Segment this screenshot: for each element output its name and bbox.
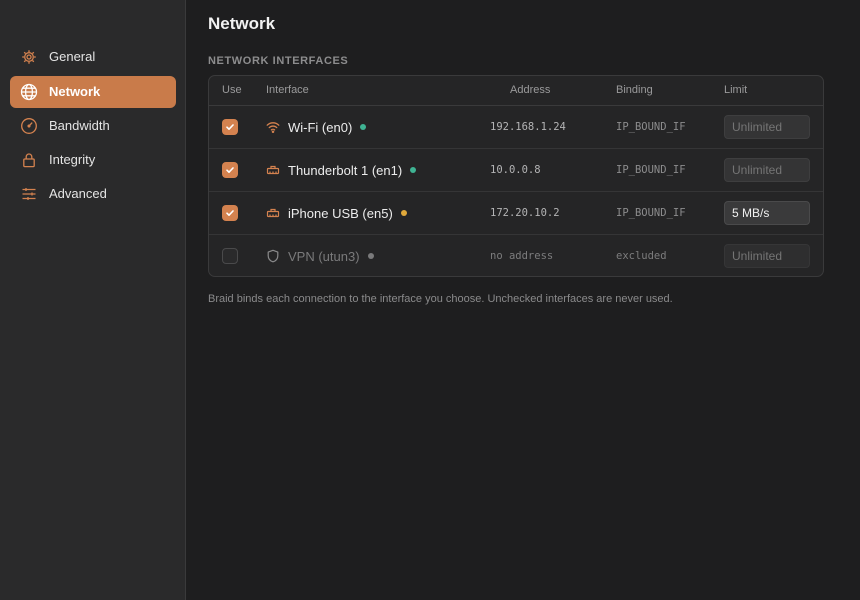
- sidebar: General Network Bandwidth Integrity Adva…: [0, 0, 186, 600]
- limit-input[interactable]: [724, 115, 810, 139]
- sidebar-item-bandwidth[interactable]: Bandwidth: [10, 110, 176, 142]
- interface-name-text: iPhone USB (en5): [288, 206, 393, 221]
- interface-name-text: Wi-Fi (en0): [288, 120, 353, 135]
- table-row: iPhone USB (en5) 172.20.10.2 IP_BOUND_IF: [209, 192, 823, 235]
- ethernet-icon: [266, 163, 280, 177]
- interface-name: Wi-Fi (en0): [288, 120, 367, 135]
- table-row: VPN (utun3) no address excluded: [209, 235, 823, 276]
- main-panel: Network NETWORK INTERFACES Use Interface…: [186, 0, 860, 600]
- table-row: Wi-Fi (en0) 192.168.1.24 IP_BOUND_IF: [209, 106, 823, 149]
- interface-binding: IP_BOUND_IF: [616, 207, 686, 219]
- limit-input[interactable]: [724, 158, 810, 182]
- column-header-use: Use: [222, 84, 242, 96]
- interface-name-text: Thunderbolt 1 (en1): [288, 163, 403, 178]
- sidebar-item-label: Network: [49, 84, 101, 99]
- sidebar-item-label: Bandwidth: [49, 118, 110, 133]
- interface-name-text: VPN (utun3): [288, 249, 360, 264]
- sidebar-item-general[interactable]: General: [10, 41, 176, 73]
- table-header: Use Interface Address Binding Limit: [209, 76, 823, 106]
- limit-input[interactable]: [724, 201, 810, 225]
- footnote: Braid binds each connection to the inter…: [208, 293, 673, 305]
- use-checkbox[interactable]: [222, 162, 238, 178]
- use-checkbox[interactable]: [222, 248, 238, 264]
- interface-address: 10.0.0.8: [490, 164, 541, 176]
- interface-address: no address: [490, 250, 554, 262]
- sidebar-item-label: Integrity: [49, 152, 96, 167]
- column-header-interface: Interface: [266, 84, 309, 96]
- interface-address: 192.168.1.24: [490, 121, 566, 133]
- ethernet-icon: [266, 206, 280, 220]
- table-row: Thunderbolt 1 (en1) 10.0.0.8 IP_BOUND_IF: [209, 149, 823, 192]
- use-checkbox[interactable]: [222, 119, 238, 135]
- section-title: NETWORK INTERFACES: [208, 55, 349, 67]
- interface-address: 172.20.10.2: [490, 207, 560, 219]
- gear-icon: [20, 48, 38, 66]
- status-dot: [400, 210, 407, 216]
- wifi-icon: [266, 120, 280, 134]
- interface-name: iPhone USB (en5): [288, 206, 407, 221]
- sidebar-item-network[interactable]: Network: [10, 76, 176, 108]
- interfaces-table: Use Interface Address Binding Limit Wi-F…: [208, 75, 824, 277]
- interface-binding: IP_BOUND_IF: [616, 164, 686, 176]
- status-dot: [410, 167, 417, 173]
- status-dot: [367, 253, 374, 259]
- interface-binding: IP_BOUND_IF: [616, 121, 686, 133]
- status-dot: [360, 124, 367, 130]
- sidebar-item-integrity[interactable]: Integrity: [10, 144, 176, 176]
- limit-input: [724, 244, 810, 268]
- lock-icon: [20, 151, 38, 169]
- column-header-limit: Limit: [724, 84, 748, 96]
- shield-icon: [266, 249, 280, 263]
- sliders-icon: [20, 185, 38, 203]
- sidebar-item-advanced[interactable]: Advanced: [10, 178, 176, 210]
- globe-icon: [20, 83, 38, 101]
- sidebar-item-label: General: [49, 49, 96, 64]
- page-title: Network: [208, 14, 276, 33]
- sidebar-item-label: Advanced: [49, 186, 107, 201]
- interface-name: Thunderbolt 1 (en1): [288, 163, 417, 178]
- gauge-icon: [20, 117, 38, 135]
- column-header-address: Address: [510, 84, 551, 96]
- interface-binding: excluded: [616, 250, 667, 262]
- use-checkbox[interactable]: [222, 205, 238, 221]
- column-header-binding: Binding: [616, 84, 653, 96]
- interface-name: VPN (utun3): [288, 249, 374, 264]
